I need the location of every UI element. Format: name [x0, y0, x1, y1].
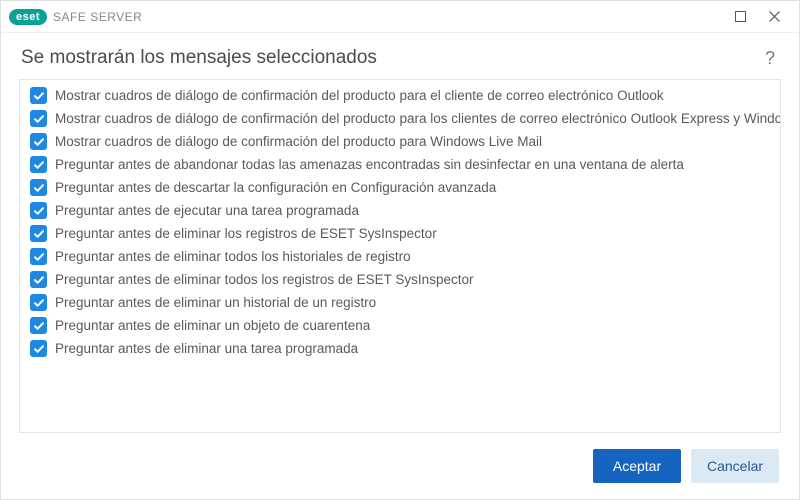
checkbox[interactable]: [30, 225, 47, 242]
titlebar: eset SAFE SERVER: [1, 1, 799, 33]
check-icon: [33, 297, 45, 309]
cancel-button[interactable]: Cancelar: [691, 449, 779, 483]
maximize-icon: [735, 11, 746, 22]
list-item-label: Preguntar antes de eliminar una tarea pr…: [55, 341, 358, 356]
list-item-label: Preguntar antes de eliminar todos los re…: [55, 272, 473, 287]
checkbox[interactable]: [30, 248, 47, 265]
checkbox[interactable]: [30, 156, 47, 173]
list-item: Preguntar antes de eliminar una tarea pr…: [20, 337, 780, 360]
list-item: Mostrar cuadros de diálogo de confirmaci…: [20, 84, 780, 107]
list-item: Preguntar antes de eliminar todos los hi…: [20, 245, 780, 268]
checkbox[interactable]: [30, 110, 47, 127]
list-item: Mostrar cuadros de diálogo de confirmaci…: [20, 130, 780, 153]
checkbox[interactable]: [30, 294, 47, 311]
close-icon: [769, 11, 780, 22]
list-item: Preguntar antes de ejecutar una tarea pr…: [20, 199, 780, 222]
check-icon: [33, 320, 45, 332]
list-item: Preguntar antes de descartar la configur…: [20, 176, 780, 199]
list-item-label: Mostrar cuadros de diálogo de confirmaci…: [55, 88, 664, 103]
checkbox[interactable]: [30, 133, 47, 150]
checkbox[interactable]: [30, 340, 47, 357]
checkbox[interactable]: [30, 87, 47, 104]
page-title: Se mostrarán los mensajes seleccionados: [21, 47, 761, 69]
window-close-button[interactable]: [757, 1, 791, 33]
brand-badge: eset: [9, 9, 47, 25]
header: Se mostrarán los mensajes seleccionados …: [1, 33, 799, 79]
list-item-label: Mostrar cuadros de diálogo de confirmaci…: [55, 111, 780, 126]
check-icon: [33, 159, 45, 171]
checkbox[interactable]: [30, 179, 47, 196]
list-item: Preguntar antes de eliminar un historial…: [20, 291, 780, 314]
check-icon: [33, 205, 45, 217]
check-icon: [33, 274, 45, 286]
list-item: Mostrar cuadros de diálogo de confirmaci…: [20, 107, 780, 130]
list-item-label: Preguntar antes de ejecutar una tarea pr…: [55, 203, 359, 218]
ok-button[interactable]: Aceptar: [593, 449, 681, 483]
checkbox[interactable]: [30, 317, 47, 334]
check-icon: [33, 251, 45, 263]
window-maximize-button[interactable]: [723, 1, 757, 33]
checkbox[interactable]: [30, 202, 47, 219]
checkbox[interactable]: [30, 271, 47, 288]
list-item-label: Preguntar antes de eliminar un objeto de…: [55, 318, 370, 333]
check-icon: [33, 228, 45, 240]
list-item: Preguntar antes de eliminar un objeto de…: [20, 314, 780, 337]
message-list-container: Mostrar cuadros de diálogo de confirmaci…: [19, 79, 781, 433]
list-item-label: Preguntar antes de descartar la configur…: [55, 180, 496, 195]
dialog-window: eset SAFE SERVER Se mostrarán los mensaj…: [0, 0, 800, 500]
check-icon: [33, 113, 45, 125]
brand: eset SAFE SERVER: [9, 9, 142, 25]
check-icon: [33, 182, 45, 194]
list-item-label: Preguntar antes de eliminar todos los hi…: [55, 249, 411, 264]
list-item: Preguntar antes de abandonar todas las a…: [20, 153, 780, 176]
check-icon: [33, 90, 45, 102]
check-icon: [33, 136, 45, 148]
list-item: Preguntar antes de eliminar los registro…: [20, 222, 780, 245]
message-list[interactable]: Mostrar cuadros de diálogo de confirmaci…: [20, 80, 780, 432]
list-item-label: Mostrar cuadros de diálogo de confirmaci…: [55, 134, 542, 149]
list-item-label: Preguntar antes de eliminar un historial…: [55, 295, 376, 310]
brand-product: SAFE SERVER: [53, 10, 142, 24]
list-item-label: Preguntar antes de eliminar los registro…: [55, 226, 437, 241]
help-button[interactable]: ?: [761, 48, 779, 69]
check-icon: [33, 343, 45, 355]
list-item: Preguntar antes de eliminar todos los re…: [20, 268, 780, 291]
footer: Aceptar Cancelar: [1, 433, 799, 499]
list-item-label: Preguntar antes de abandonar todas las a…: [55, 157, 684, 172]
